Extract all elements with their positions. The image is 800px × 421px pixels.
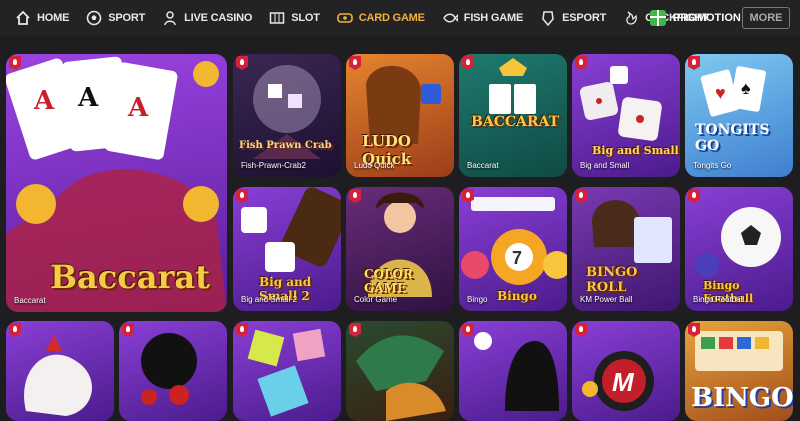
nav-sport[interactable]: SPORT [77, 0, 153, 36]
svg-text:M: M [612, 367, 635, 397]
game-card-bingo-football[interactable]: Bingo Football Bingo Football [685, 187, 793, 311]
m-logo-art: M [572, 321, 680, 421]
cubes-art [233, 321, 341, 421]
nav-slot-label: SLOT [291, 12, 320, 24]
game-caption: Fish-Prawn-Crab2 [241, 161, 306, 170]
nav-live-casino[interactable]: LIVE CASINO [153, 0, 260, 36]
game-caption: Tongits Go [693, 161, 732, 170]
svg-text:A: A [33, 86, 55, 116]
game-card-km-power-ball[interactable]: BINGO ROLL KM Power Ball [572, 187, 680, 311]
dealer-icon [161, 9, 179, 27]
game-card-color-game[interactable]: COLOR GAME Color Game [346, 187, 454, 311]
game-card-cubes[interactable] [233, 321, 341, 421]
game-title-art: TONGITS GO [695, 122, 770, 154]
disk-art [119, 321, 227, 421]
nav-sport-label: SPORT [108, 12, 146, 24]
nav-esport-label: ESPORT [562, 12, 607, 24]
home-icon [14, 9, 32, 27]
soccer-ball-icon [85, 9, 103, 27]
game-card-m-logo[interactable]: M [572, 321, 680, 421]
game-title-art: BINGO ROLL [586, 265, 638, 295]
game-card-baccarat[interactable]: BACCARAT Baccarat [459, 54, 567, 177]
game-card-rooster[interactable] [6, 321, 114, 421]
dragon-tiger-art [346, 321, 454, 421]
gift-icon [650, 10, 666, 26]
bell-art [459, 321, 567, 421]
nav-fish-game-label: FISH GAME [463, 12, 524, 24]
svg-text:7: 7 [512, 248, 522, 268]
nav-fish-game[interactable]: FISH GAME [433, 0, 531, 36]
game-caption: Big and Small [580, 161, 630, 170]
game-caption: Bingo Football [693, 295, 745, 304]
cards-icon [336, 9, 354, 27]
game-caption: Baccarat [14, 296, 46, 305]
rooster-icon [622, 9, 640, 27]
game-caption: Baccarat [467, 161, 499, 170]
promotion-label: PROMOTION [673, 12, 741, 24]
fish-prawn-crab-art [233, 54, 341, 177]
game-card-tongits-go[interactable]: ♥ ♠ TONGITS GO Tongits Go [685, 54, 793, 177]
tongits-art: ♥ ♠ [685, 54, 793, 177]
dice-art [572, 54, 680, 177]
game-title-art: Fish Prawn Crab [239, 140, 332, 151]
nav-home[interactable]: HOME [6, 0, 77, 36]
game-title-art: COLOR GAME [364, 267, 413, 295]
more-button[interactable]: MORE [742, 7, 790, 29]
svg-text:♠: ♠ [741, 78, 751, 98]
nav-esport[interactable]: ESPORT [531, 0, 614, 36]
game-title-art: Big and Small [592, 144, 679, 157]
svg-text:♥: ♥ [715, 83, 726, 103]
svg-text:A: A [127, 93, 149, 123]
game-caption: Ludo Quick [354, 161, 395, 170]
game-caption: KM Power Ball [580, 295, 633, 304]
game-card-big-and-small[interactable]: Big and Small Big and Small [572, 54, 680, 177]
game-title-art: BINGO [691, 383, 793, 413]
game-card-ludo-quick[interactable]: LUDO Quick Ludo Quick [346, 54, 454, 177]
esport-icon [539, 9, 557, 27]
game-caption: Bingo [467, 295, 488, 304]
svg-text:A: A [77, 83, 99, 113]
game-caption: Color Game [354, 295, 398, 304]
promotion-link[interactable]: PROMOTION [650, 0, 741, 36]
game-caption: Big and Small 2 [241, 295, 298, 304]
nav-live-casino-label: LIVE CASINO [184, 12, 253, 24]
game-card-bingo[interactable]: 7 Bingo Bingo [459, 187, 567, 311]
game-card-big-and-small-2[interactable]: Big and Small 2 Big and Small 2 [233, 187, 341, 311]
game-card-dark-disk[interactable] [119, 321, 227, 421]
nav-home-label: HOME [37, 12, 70, 24]
game-card-baccarat-featured[interactable]: A A A Baccarat Baccarat [6, 54, 227, 312]
game-card-black-bell[interactable] [459, 321, 567, 421]
game-title-art: BACCARAT [471, 114, 559, 130]
game-card-bingo-2[interactable]: BINGO [685, 321, 793, 421]
nav-card-game-label: CARD GAME [358, 12, 425, 24]
game-card-fish-prawn-crab[interactable]: Fish Prawn Crab Fish-Prawn-Crab2 [233, 54, 341, 177]
nav-slot[interactable]: SLOT [260, 0, 328, 36]
game-title-art: Baccarat [50, 258, 210, 296]
game-card-dragon-tiger[interactable] [346, 321, 454, 421]
nav-card-game[interactable]: CARD GAME [328, 0, 433, 36]
game-grid: A A A Baccarat Baccarat Fish Prawn Crab … [0, 36, 800, 421]
fish-icon [441, 9, 459, 27]
slot-machine-icon [268, 9, 286, 27]
rooster-art [6, 321, 114, 421]
game-title-art: Bingo [497, 289, 537, 303]
